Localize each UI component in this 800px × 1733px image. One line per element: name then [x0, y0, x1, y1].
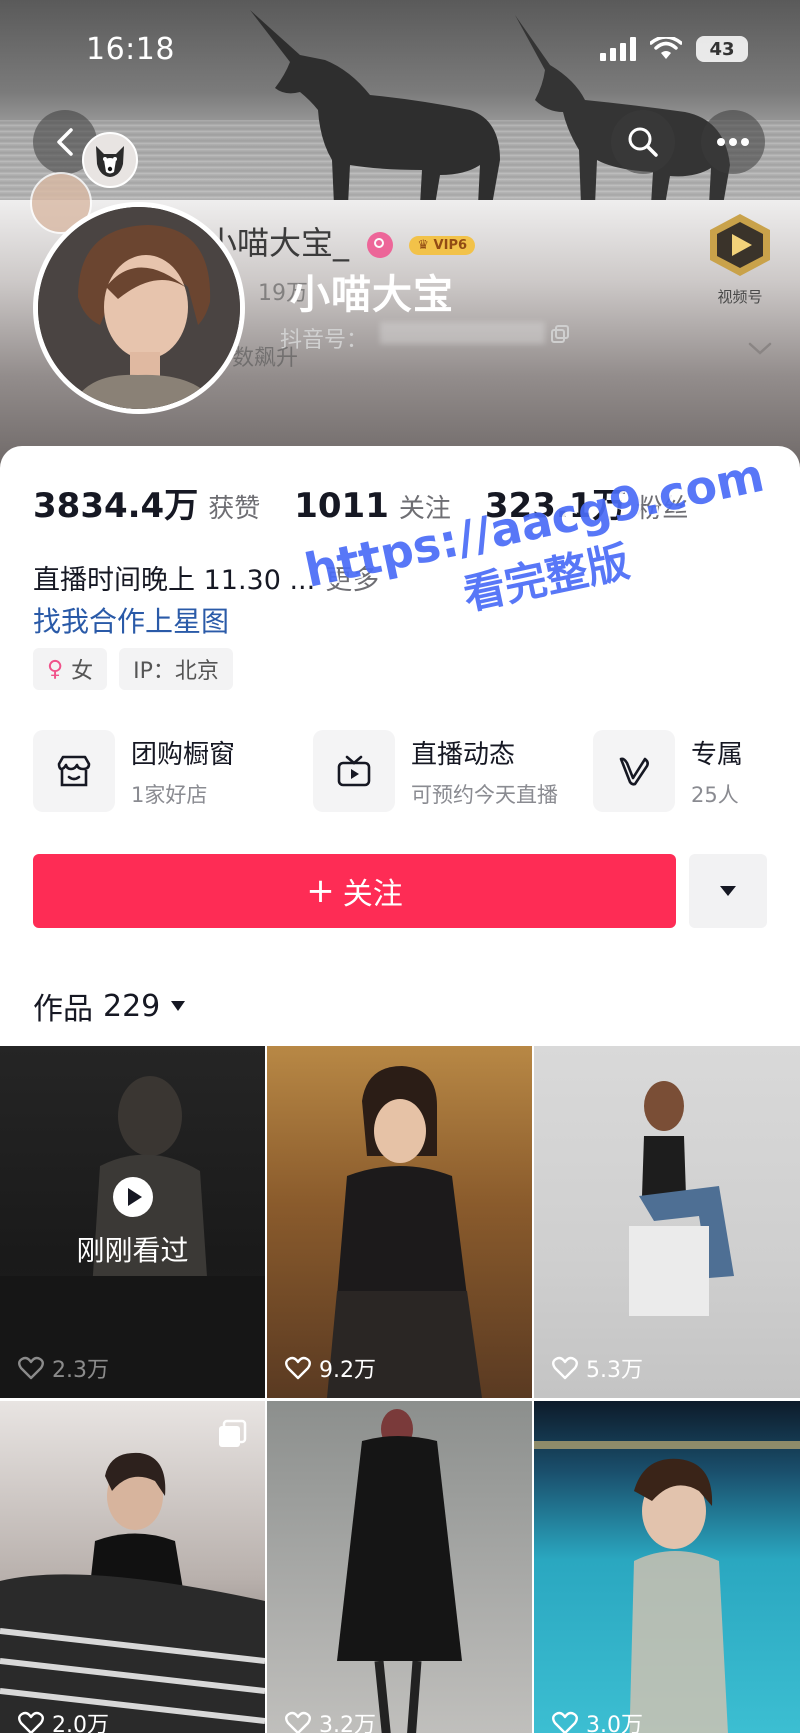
faded-rank-text: 数飙升	[232, 346, 299, 371]
thumbnail-art	[629, 1081, 734, 1316]
video-likes-count: 5.3万	[586, 1358, 643, 1383]
collab-link[interactable]: 找我合作上星图	[33, 600, 229, 640]
thumbnail-art	[337, 1409, 462, 1733]
copy-icon[interactable]	[550, 324, 570, 344]
unicorn-silhouette-left	[250, 10, 500, 205]
video-thumbnail[interactable]: 3.0万	[534, 1401, 800, 1733]
douyin-id-value-blurred	[380, 322, 545, 344]
gender-tag: ♀ 女	[33, 648, 108, 690]
thumbnail-art	[327, 1066, 482, 1398]
works-label: 作品	[33, 992, 93, 1027]
video-likes-count: 9.2万	[319, 1358, 376, 1383]
profile-avatar[interactable]	[33, 202, 245, 414]
vip-badge: ♛ VIP6	[409, 235, 476, 255]
search-icon	[628, 127, 658, 157]
service-subtitle: 1家好店	[131, 782, 208, 807]
wifi-icon	[650, 37, 682, 59]
heart-icon	[18, 1711, 44, 1733]
video-likes: 3.0万	[552, 1707, 643, 1733]
more-button[interactable]	[701, 110, 765, 174]
works-count: 229	[103, 988, 161, 1024]
service-subtitle: 25人	[691, 782, 739, 807]
service-title: 专属	[691, 739, 744, 770]
video-likes: 2.0万	[18, 1707, 109, 1733]
video-likes-count: 2.0万	[52, 1713, 109, 1733]
follow-dropdown-button[interactable]	[689, 854, 767, 928]
plus-icon: +	[306, 871, 335, 911]
more-dots-icon	[717, 138, 749, 146]
video-thumbnail[interactable]: 3.2万	[267, 1401, 532, 1733]
caret-down-icon	[720, 886, 736, 896]
avatar-portrait	[38, 207, 240, 409]
works-tab[interactable]: 作品 229	[33, 984, 186, 1028]
heart-icon	[18, 1356, 44, 1380]
video-thumbnail[interactable]: 9.2万	[267, 1046, 532, 1398]
ip-tag: IP：北京	[119, 648, 233, 690]
female-icon: ♀	[47, 656, 64, 682]
video-likes-count: 3.0万	[586, 1713, 643, 1733]
video-likes-count: 3.2万	[319, 1713, 376, 1733]
caret-down-icon	[171, 1001, 186, 1011]
profile-name: 小喵大宝	[290, 272, 454, 318]
search-badge-icon	[367, 232, 394, 258]
play-icon	[112, 1177, 153, 1217]
unicorn-silhouette-right	[515, 15, 730, 205]
video-thumbnail[interactable]: 刚刚看过 2.3万	[0, 1046, 265, 1398]
video-channel-label: 视频号	[717, 288, 763, 306]
heart-icon	[285, 1711, 311, 1733]
status-icons: 43	[600, 36, 748, 62]
recently-viewed-overlay: 刚刚看过	[0, 1046, 265, 1398]
heart-icon	[552, 1356, 578, 1380]
service-live[interactable]: 直播动态 可预约今天直播	[313, 730, 593, 812]
video-channel-badge[interactable]: 视频号	[692, 210, 788, 307]
video-likes: 2.3万	[18, 1352, 109, 1384]
service-title: 直播动态	[411, 739, 516, 770]
service-exclusive[interactable]: 专属 25人	[593, 730, 800, 812]
video-thumbnail[interactable]: 2.0万	[0, 1401, 265, 1733]
profile-tags: ♀ 女 IP：北京	[33, 648, 233, 690]
profile-name-faded: 小喵大宝_ ♛ VIP6	[205, 218, 476, 264]
battery-indicator: 43	[696, 36, 748, 62]
shop-icon	[33, 730, 115, 812]
profile-card: 3834.4万 获赞 1011 关注 323.1万 粉丝 直播时间晚上 11.3…	[0, 446, 800, 1733]
tv-icon	[313, 730, 395, 812]
service-title: 团购橱窗	[131, 739, 236, 770]
thumbnail-art	[534, 1441, 800, 1733]
ip-label: IP：北京	[133, 659, 219, 684]
follow-button[interactable]: + 关注	[33, 854, 676, 928]
video-grid: 刚刚看过 2.3万 9.2万 5.3万 2.0万 3.2万 3.0万	[0, 1046, 800, 1733]
thumbnail-art	[0, 1452, 265, 1733]
husky-icon	[96, 146, 124, 177]
service-subtitle: 可预约今天直播	[411, 782, 558, 807]
follow-label: 关注	[342, 877, 403, 912]
signal-icon	[600, 37, 636, 61]
status-time: 16:18	[86, 32, 175, 67]
search-button[interactable]	[611, 110, 675, 174]
multi-image-icon	[219, 1419, 247, 1447]
heart-icon	[285, 1356, 311, 1380]
friend-avatar-stack	[30, 132, 152, 234]
friend-avatar-dog	[82, 132, 138, 188]
recently-viewed-label: 刚刚看过	[76, 1234, 189, 1267]
heart-icon	[552, 1711, 578, 1733]
video-likes: 9.2万	[285, 1352, 376, 1384]
service-entries: 团购橱窗 1家好店 直播动态 可预约今天直播 专属 25人	[33, 730, 800, 812]
video-likes-count: 2.3万	[52, 1358, 109, 1383]
video-likes: 3.2万	[285, 1707, 376, 1733]
v-icon	[593, 730, 675, 812]
video-channel-icon	[710, 214, 770, 276]
crown-icon: ♛	[417, 237, 430, 253]
chevron-down-icon[interactable]	[748, 342, 772, 356]
service-group-buy[interactable]: 团购橱窗 1家好店	[33, 730, 313, 812]
vip-label: VIP6	[433, 237, 468, 253]
bio-text: 直播时间晚上 11.30 ...	[33, 565, 316, 596]
following-count: 1011	[294, 486, 389, 526]
video-thumbnail[interactable]: 5.3万	[534, 1046, 800, 1398]
likes-count: 3834.4万	[33, 486, 199, 526]
likes-label[interactable]: 获赞	[208, 488, 260, 525]
video-likes: 5.3万	[552, 1352, 643, 1384]
gender-label: 女	[71, 659, 94, 684]
